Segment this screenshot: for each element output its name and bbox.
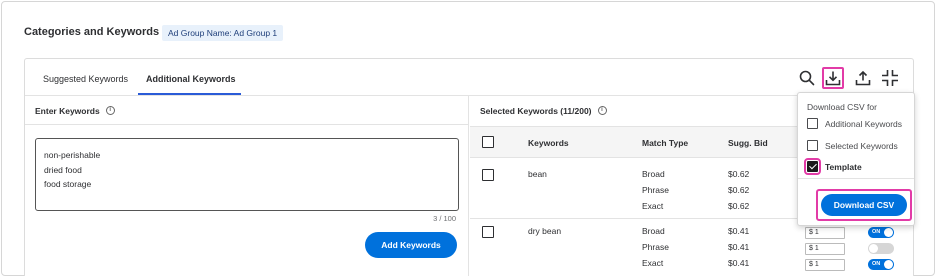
tab-additional-keywords[interactable]: Additional Keywords <box>146 74 236 84</box>
page-container: Categories and Keywords Ad Group Name: A… <box>1 1 935 276</box>
download-icon[interactable] <box>822 67 844 89</box>
checked-checkbox[interactable] <box>804 158 821 175</box>
download-csv-highlight: Download CSV <box>816 189 912 221</box>
info-icon[interactable]: i <box>597 106 607 116</box>
menu-divider <box>798 178 914 179</box>
download-csv-title: Download CSV for <box>807 102 877 112</box>
keywords-card: Suggested Keywords Additional Keywords E… <box>24 58 914 276</box>
select-all-checkbox[interactable] <box>482 136 494 148</box>
toggle-on-label: ON <box>872 261 881 267</box>
toggle-on-label: ON <box>872 229 881 235</box>
keyword-cell: dry bean <box>528 226 562 236</box>
checkbox[interactable] <box>807 118 818 129</box>
sugg-bid-cell: $0.62 <box>728 169 750 179</box>
checkbox[interactable] <box>807 140 818 151</box>
option-selected-keywords[interactable]: Selected Keywords <box>807 140 898 151</box>
match-type-cell: Broad <box>642 169 665 179</box>
match-type-cell: Exact <box>642 258 664 268</box>
download-csv-menu: Download CSV for Additional Keywords Sel… <box>797 92 915 226</box>
enter-keywords-pane: Enter Keywords i non-perishable dried foo… <box>25 96 469 276</box>
keyword-line: food storage <box>44 179 92 189</box>
selected-keywords-label: Selected Keywords (11/200) <box>480 106 592 116</box>
sugg-bid-cell: $0.41 <box>728 242 750 252</box>
add-keywords-button[interactable]: Add Keywords <box>365 232 457 258</box>
status-toggle[interactable]: ON <box>868 259 894 270</box>
enter-keywords-label: Enter Keywords <box>35 106 100 116</box>
match-type-cell: Phrase <box>642 242 669 252</box>
status-toggle[interactable] <box>868 243 894 254</box>
tab-bar: Suggested Keywords Additional Keywords <box>25 59 913 96</box>
option-additional-keywords[interactable]: Additional Keywords <box>807 118 902 129</box>
active-tab-indicator <box>138 93 241 95</box>
bid-input[interactable]: $ 1 <box>805 227 845 239</box>
keyword-line: dried food <box>44 164 82 175</box>
enter-keywords-header: Enter Keywords i <box>25 96 468 125</box>
column-header-match-type: Match Type <box>642 138 689 148</box>
match-type-cell: Exact <box>642 201 664 211</box>
option-template[interactable]: Template <box>804 158 862 175</box>
bid-input[interactable]: $ 1 <box>805 243 845 255</box>
download-csv-button[interactable]: Download CSV <box>821 194 907 216</box>
match-type-cell: Phrase <box>642 185 669 195</box>
column-header-sugg-bid: Sugg. Bid <box>728 138 768 148</box>
row-checkbox[interactable] <box>482 169 494 181</box>
keyword-cell: bean <box>528 169 547 179</box>
keyword-line: non-perishable <box>44 150 101 160</box>
ad-group-chip: Ad Group Name: Ad Group 1 <box>162 25 284 41</box>
bid-input[interactable]: $ 1 <box>805 259 845 271</box>
sugg-bid-cell: $0.41 <box>728 258 750 268</box>
upload-icon[interactable] <box>852 67 874 89</box>
page-title: Categories and Keywords <box>24 26 160 38</box>
row-checkbox[interactable] <box>482 226 494 238</box>
sugg-bid-cell: $0.62 <box>728 201 750 211</box>
tab-suggested-keywords[interactable]: Suggested Keywords <box>43 74 128 84</box>
status-toggle[interactable]: ON <box>868 227 894 238</box>
sugg-bid-cell: $0.62 <box>728 185 750 195</box>
keyword-counter: 3 / 100 <box>433 214 456 223</box>
sugg-bid-cell: $0.41 <box>728 226 750 236</box>
column-header-keywords: Keywords <box>528 138 569 148</box>
match-type-cell: Broad <box>642 226 665 236</box>
collapse-icon[interactable] <box>879 67 901 89</box>
info-icon[interactable]: i <box>105 106 115 116</box>
keywords-textarea[interactable]: non-perishable dried food food storage <box>35 138 459 211</box>
search-icon[interactable] <box>796 67 818 89</box>
